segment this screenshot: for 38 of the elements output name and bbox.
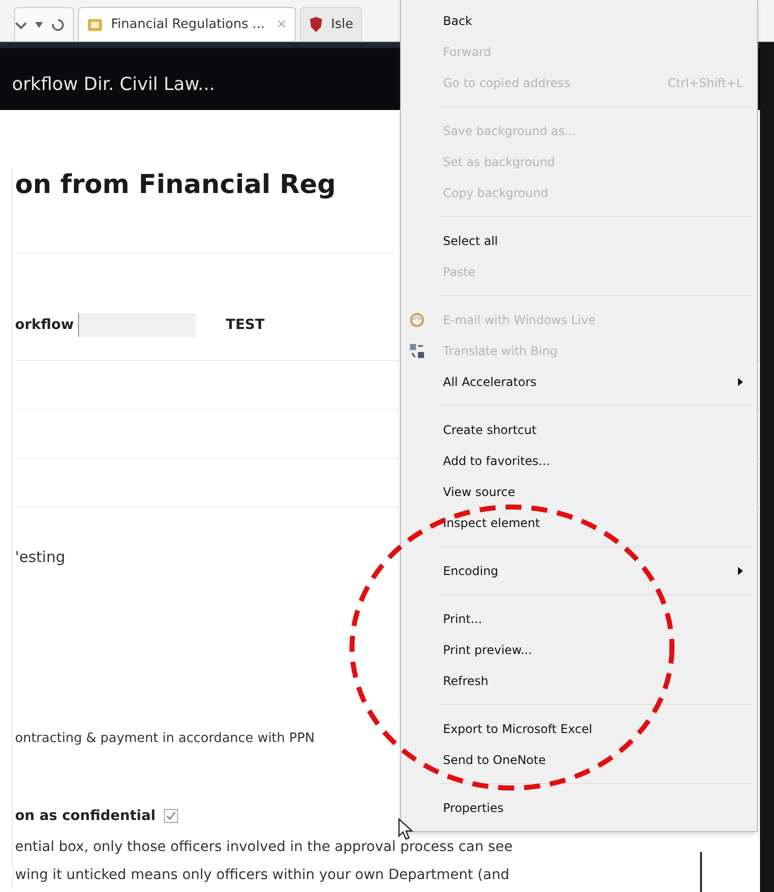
globe-icon — [409, 312, 425, 328]
refresh-icon[interactable] — [51, 18, 65, 32]
menu-item[interactable]: Properties — [401, 792, 757, 823]
translate-icon — [409, 342, 425, 358]
menu-item[interactable]: View source — [401, 476, 757, 507]
browser-tab[interactable]: Financial Regulations ... × — [78, 7, 296, 41]
paragraph-line: ential box, only those officers involved in the approval process can see — [15, 838, 513, 857]
shield-icon — [309, 16, 323, 32]
menu-item[interactable]: Print preview... — [401, 634, 757, 665]
menu-item[interactable]: Inspect element — [401, 507, 757, 538]
statement-text: ontracting & payment in accordance with PPN — [15, 730, 315, 748]
menu-item[interactable]: Back — [401, 5, 757, 36]
menu-item[interactable]: Add to favorites... — [401, 445, 757, 476]
menu-item[interactable]: Select all — [401, 225, 757, 256]
field-label: orkflow — [15, 316, 74, 334]
header-title: orkflow Dir. Civil Law... — [12, 73, 215, 97]
browser-tab[interactable]: Isle — [300, 7, 362, 41]
checkbox-label: on as confidential — [15, 806, 156, 826]
paragraph-line: wing it unticked means only officers within your own Department (and — [15, 866, 510, 885]
check-icon — [166, 811, 176, 821]
caret-icon[interactable] — [35, 22, 43, 28]
chevron-down-icon[interactable] — [15, 20, 27, 30]
mouse-cursor-icon — [398, 818, 414, 840]
menu-item[interactable]: Export to Microsoft Excel — [401, 713, 757, 744]
page-heading: on from Financial Reg — [15, 169, 336, 202]
menu-item[interactable]: Encoding — [401, 555, 757, 586]
menu-item[interactable]: Send to OneNote — [401, 744, 757, 775]
menu-item[interactable]: Create shortcut — [401, 414, 757, 445]
menu-item[interactable]: Print... — [401, 603, 757, 634]
menu-item[interactable]: All Accelerators — [401, 366, 757, 397]
document-icon — [87, 16, 103, 32]
checkbox[interactable] — [164, 809, 178, 823]
submenu-arrow-icon — [738, 378, 743, 386]
menu-item[interactable]: Refresh — [401, 665, 757, 696]
field-value: TEST — [226, 316, 265, 334]
shortcut-text: Ctrl+Shift+L — [668, 74, 743, 92]
field-label: 'esting — [15, 546, 66, 568]
submenu-arrow-icon — [738, 566, 743, 574]
